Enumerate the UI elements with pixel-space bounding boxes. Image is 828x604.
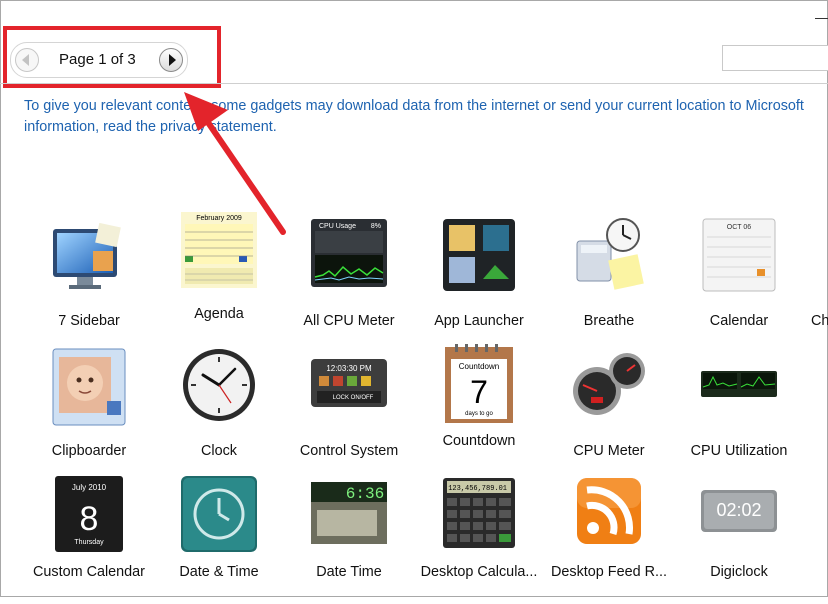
gadget-breathe[interactable]: Breathe xyxy=(544,217,674,347)
countdown-number-text: 7 xyxy=(470,374,488,410)
page-indicator: Page 1 of 3 xyxy=(59,51,136,68)
countdown-title-text: Countdown xyxy=(459,362,499,371)
desktop-calculator-icon: 123,456,789.01 xyxy=(443,478,515,548)
gadget-agenda[interactable]: February 2009 Agenda xyxy=(154,210,284,340)
baby-photo-clipboard-icon xyxy=(52,348,126,426)
privacy-notice[interactable]: To give you relevant content, some gadge… xyxy=(24,96,828,138)
gadget-label: Digiclock xyxy=(710,564,768,580)
countdown-7-days-icon: Countdown 7 days to go xyxy=(445,344,513,423)
cpu-meter-gauges-icon xyxy=(573,353,645,415)
gadget-cpu-meter[interactable]: CPU Meter xyxy=(544,347,674,477)
gadget-app-launcher[interactable]: App Launcher xyxy=(414,217,544,347)
gadget-7-sidebar[interactable]: 7 Sidebar xyxy=(24,217,154,347)
custom-day-text: 8 xyxy=(80,500,99,538)
search-gadgets-input[interactable] xyxy=(722,45,828,71)
header-divider xyxy=(0,83,828,84)
custom-weekday-text: Thursday xyxy=(74,539,104,546)
gadget-label: Desktop Feed R... xyxy=(551,564,667,580)
gadget-label: Clock xyxy=(201,443,237,459)
gadget-label: CPU Meter xyxy=(573,443,645,459)
control-lock-text: LOCK ON/OFF xyxy=(333,395,374,401)
page-navigator: Page 1 of 3 xyxy=(10,42,188,78)
cpu-usage-meter-icon: CPU Usage 8% xyxy=(311,219,387,287)
calc-display-text: 123,456,789.01 xyxy=(448,485,507,493)
gadget-label: 7 Sidebar xyxy=(58,313,120,329)
gadget-date-time[interactable]: Date & Time xyxy=(154,474,284,604)
gadget-label: Clipboarder xyxy=(51,443,127,459)
minimize-button[interactable] xyxy=(815,18,828,19)
cpu-title-text: CPU Usage xyxy=(319,223,356,230)
next-page-button[interactable] xyxy=(159,48,183,72)
gadget-custom-calendar[interactable]: July 2010 8 Thursday Custom Calendar xyxy=(24,474,154,604)
gadget-partial[interactable]: Ch xyxy=(804,217,828,347)
gadget-label: CPU Utilization xyxy=(690,443,788,459)
datetime-digits-text: 6:36 xyxy=(346,485,384,503)
digital-clock-icon: 02:02 xyxy=(701,490,777,532)
gadget-cpu-utilization[interactable]: CPU Utilization xyxy=(674,347,804,477)
calendar-oct-icon: OCT 06 xyxy=(702,218,776,292)
control-time-text: 12:03:30 PM xyxy=(326,364,372,373)
gadget-clipboarder[interactable]: Clipboarder xyxy=(24,347,154,477)
gadget-label: App Launcher xyxy=(434,313,524,329)
clock-calculator-note-icon xyxy=(576,218,644,290)
gadget-label: Date & Time xyxy=(179,564,259,580)
gadget-digiclock[interactable]: 02:02 Digiclock xyxy=(674,474,804,604)
gadget-label: Calendar xyxy=(709,313,769,329)
gadget-label: Desktop Calcula... xyxy=(420,564,538,580)
cpu-pct-text: 8% xyxy=(371,223,381,230)
chevron-right-icon xyxy=(169,54,176,66)
analog-clock-icon xyxy=(183,349,255,421)
rss-feed-icon xyxy=(577,478,641,544)
app-launcher-icon xyxy=(443,219,515,291)
gadget-label: Control System xyxy=(299,443,399,459)
countdown-sub-text: days to go xyxy=(465,411,493,417)
digital-date-time-icon: 6:36 xyxy=(311,482,387,544)
custom-month-text: July 2010 xyxy=(72,483,107,492)
control-system-icon: 12:03:30 PM LOCK ON/OFF xyxy=(311,359,387,407)
gadget-label: Agenda xyxy=(194,306,244,322)
gadget-desktop-feed-reader[interactable]: Desktop Feed R... xyxy=(544,474,674,604)
previous-page-button[interactable] xyxy=(15,48,39,72)
privacy-notice-line-2[interactable]: information, read the privacy statement. xyxy=(24,117,828,138)
gadget-label: Date Time xyxy=(316,564,382,580)
gadget-label: Ch xyxy=(811,313,828,329)
gadget-label: Breathe xyxy=(583,313,635,329)
gadget-label: Custom Calendar xyxy=(33,564,145,580)
gadget-date-time-2[interactable]: 6:36 Date Time xyxy=(284,474,414,604)
gadget-countdown[interactable]: Countdown 7 days to go Countdown xyxy=(414,343,544,473)
gadget-all-cpu-meter[interactable]: CPU Usage 8% All CPU Meter xyxy=(284,217,414,347)
date-time-clock-icon xyxy=(181,476,257,552)
custom-calendar-8-icon: July 2010 8 Thursday xyxy=(55,476,123,552)
gadget-label: All CPU Meter xyxy=(303,313,395,329)
agenda-calendar-icon: February 2009 xyxy=(181,212,257,288)
calendar-month-text: OCT 06 xyxy=(727,224,751,231)
gadget-control-system[interactable]: 12:03:30 PM LOCK ON/OFF Control System xyxy=(284,347,414,477)
digiclock-time-text: 02:02 xyxy=(716,500,761,520)
agenda-month-text: February 2009 xyxy=(196,215,242,222)
gadget-clock[interactable]: Clock xyxy=(154,347,284,477)
privacy-notice-line-1[interactable]: To give you relevant content, some gadge… xyxy=(24,96,828,117)
gadget-desktop-calculator[interactable]: 123,456,789.01 Desktop Calcula... xyxy=(414,474,544,604)
monitor-sidebar-icon xyxy=(53,222,121,289)
chevron-left-icon xyxy=(22,54,29,66)
cpu-utilization-graphs-icon xyxy=(701,371,777,397)
gadget-calendar[interactable]: OCT 06 Calendar xyxy=(674,217,804,347)
gadget-label: Countdown xyxy=(442,433,516,449)
